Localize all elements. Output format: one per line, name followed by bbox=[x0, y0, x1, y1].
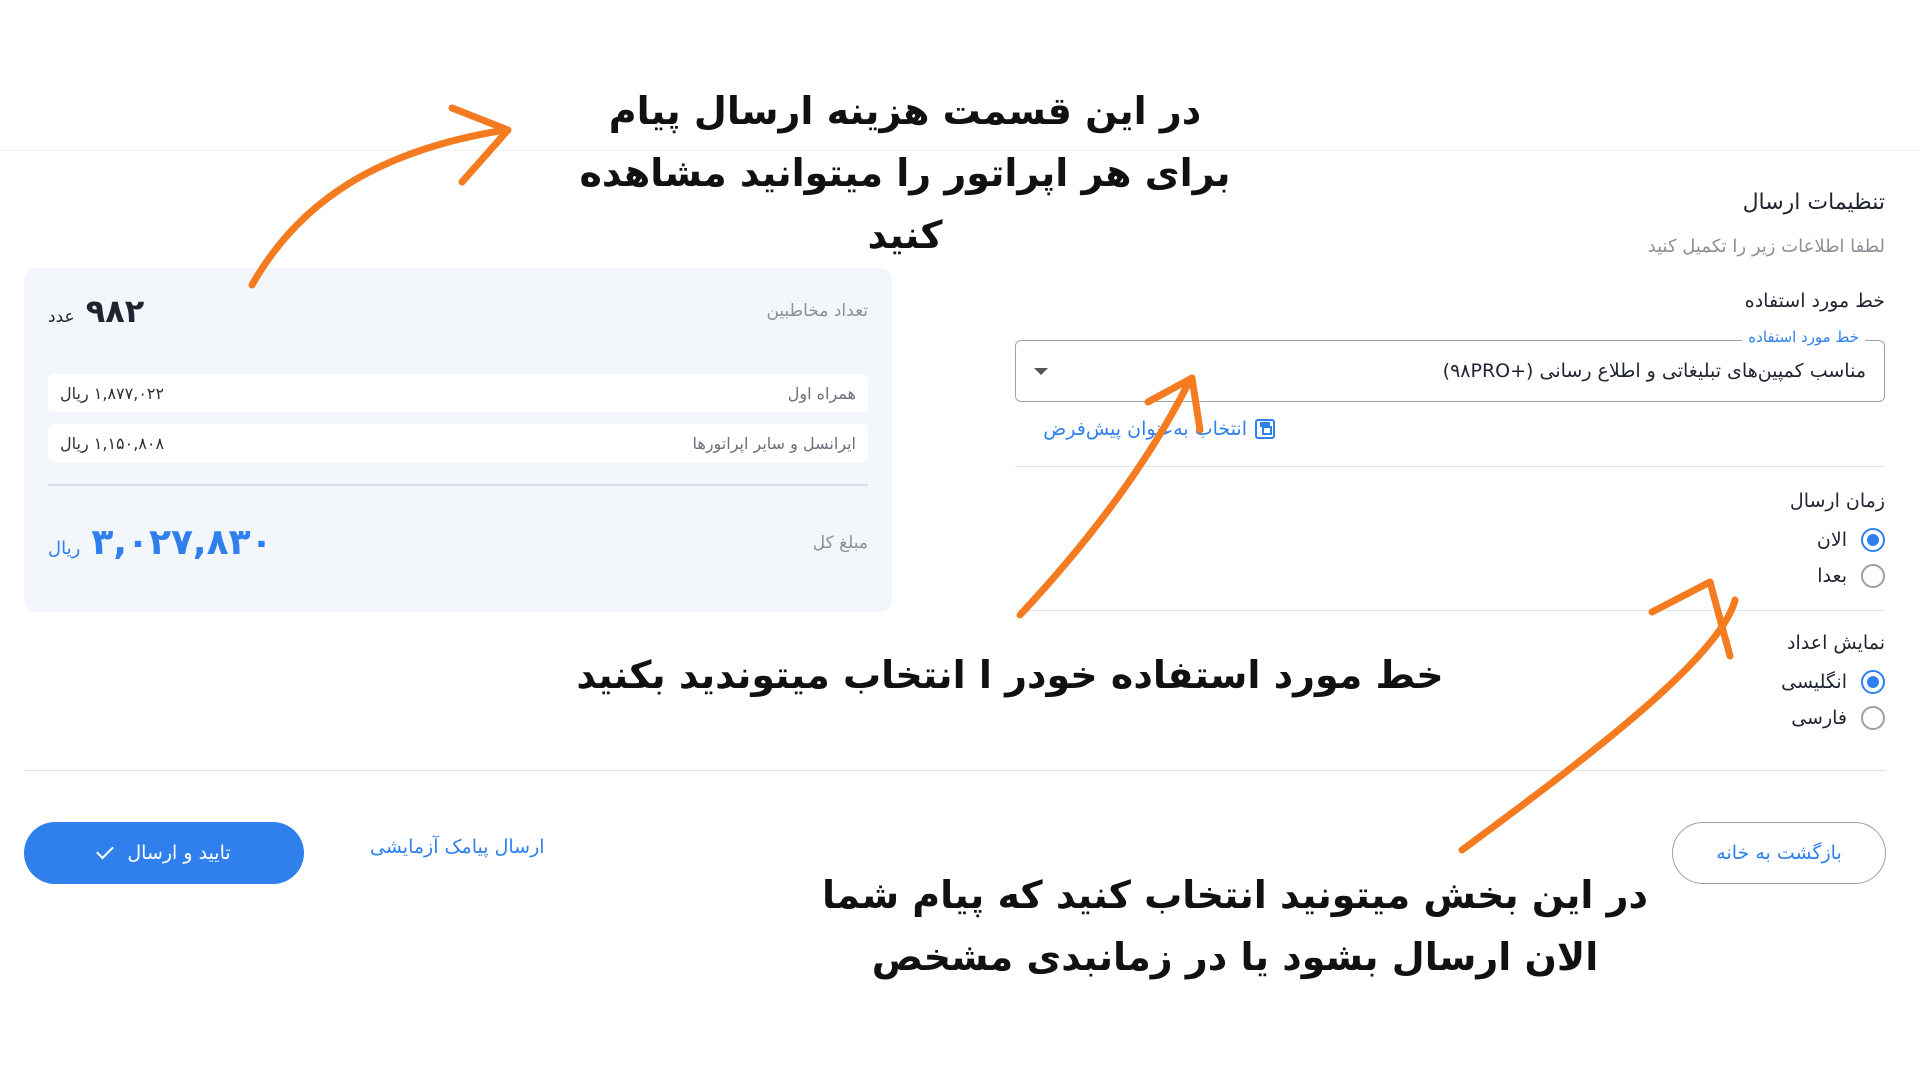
radio-send-later[interactable]: بعدا bbox=[1817, 564, 1885, 588]
divider bbox=[1015, 466, 1885, 467]
send-test-sms-button[interactable]: ارسال پیامک آزمایشی bbox=[370, 836, 545, 858]
cost-summary-card: تعداد مخاطبین ۹۸۲ عدد همراه اول ۱,۸۷۷,۰۲… bbox=[24, 268, 892, 612]
footer-divider bbox=[24, 770, 1886, 771]
contacts-row: تعداد مخاطبین ۹۸۲ عدد bbox=[48, 292, 868, 330]
operator-cost: ۱,۱۵۰,۸۰۸ ریال bbox=[60, 433, 165, 453]
confirm-label: تایید و ارسال bbox=[127, 842, 231, 864]
total-row: مبلغ کل ۳,۰۲۷,۸۳۰ ریال bbox=[48, 522, 868, 563]
line-select-legend: خط مورد استفاده bbox=[1742, 328, 1865, 346]
send-time-label: زمان ارسال bbox=[1789, 490, 1885, 512]
contacts-value: ۹۸۲ bbox=[85, 292, 145, 330]
total-amount: ۳,۰۲۷,۸۳۰ ریال bbox=[48, 522, 273, 563]
annotation-top-line1: در این قسمت هزینه ارسال پیام bbox=[608, 89, 1202, 133]
divider bbox=[1015, 610, 1885, 611]
radio-label: انگلیسی bbox=[1781, 671, 1847, 693]
operator-label: ایرانسل و سایر اپراتورها bbox=[692, 433, 857, 453]
total-unit: ریال bbox=[48, 538, 81, 559]
radio-checked-icon bbox=[1861, 528, 1885, 552]
set-default-label: انتخاب به‌عنوان پیش‌فرض bbox=[1043, 418, 1247, 440]
annotation-bottom-line1: در این بخش میتونید انتخاب کنید که پیام ش… bbox=[821, 873, 1649, 917]
operator-cost: ۱,۸۷۷,۰۲۲ ریال bbox=[60, 383, 165, 403]
line-select-value: مناسب کمپین‌های تبلیغاتی و اطلاع رسانی (… bbox=[1442, 360, 1866, 382]
contacts-label: تعداد مخاطبین bbox=[766, 301, 868, 321]
operator-row-irancell: ایرانسل و سایر اپراتورها ۱,۱۵۰,۸۰۸ ریال bbox=[48, 424, 868, 462]
total-label: مبلغ کل bbox=[812, 532, 868, 553]
radio-unchecked-icon bbox=[1861, 564, 1885, 588]
annotation-top-line2: برای هر اپراتور را میتوانید مشاهده کنید bbox=[579, 151, 1231, 257]
operator-label: همراه اول bbox=[787, 383, 856, 403]
back-home-button[interactable]: بازگشت به خانه bbox=[1672, 822, 1886, 884]
settings-subtitle: لطفا اطلاعات زیر را تکمیل کنید bbox=[1647, 236, 1885, 257]
contacts-unit: عدد bbox=[48, 307, 75, 327]
contacts-count: ۹۸۲ عدد bbox=[48, 292, 144, 330]
annotation-bottom: در این بخش میتونید انتخاب کنید که پیام ش… bbox=[800, 864, 1670, 988]
summary-divider bbox=[48, 484, 868, 486]
radio-label: فارسی bbox=[1791, 707, 1847, 729]
confirm-send-button[interactable]: تایید و ارسال bbox=[24, 822, 304, 884]
radio-checked-icon bbox=[1861, 670, 1885, 694]
operator-row-mci: همراه اول ۱,۸۷۷,۰۲۲ ریال bbox=[48, 374, 868, 412]
line-field-label: خط مورد استفاده bbox=[1744, 290, 1885, 312]
radio-english[interactable]: انگلیسی bbox=[1781, 670, 1885, 694]
annotation-bottom-line2: الان ارسال بشود یا در زمانبدی مشخص bbox=[871, 935, 1599, 979]
total-value: ۳,۰۲۷,۸۳۰ bbox=[91, 522, 273, 563]
line-select[interactable]: مناسب کمپین‌های تبلیغاتی و اطلاع رسانی (… bbox=[1015, 340, 1885, 402]
radio-send-now[interactable]: الان bbox=[1817, 528, 1885, 552]
radio-label: بعدا bbox=[1817, 565, 1847, 587]
check-icon bbox=[96, 841, 115, 860]
annotation-top: در این قسمت هزینه ارسال پیام برای هر اپر… bbox=[540, 80, 1270, 266]
chevron-down-icon bbox=[1034, 367, 1048, 375]
radio-label: الان bbox=[1816, 529, 1847, 551]
save-icon bbox=[1255, 419, 1275, 439]
settings-title: تنظیمات ارسال bbox=[1742, 190, 1885, 215]
annotation-middle: خط مورد استفاده خودر ا انتخاب میتوندید ب… bbox=[576, 653, 1444, 697]
number-display-label: نمایش اعداد bbox=[1787, 632, 1885, 654]
radio-persian[interactable]: فارسی bbox=[1791, 706, 1885, 730]
set-default-link[interactable]: انتخاب به‌عنوان پیش‌فرض bbox=[1043, 418, 1275, 440]
radio-unchecked-icon bbox=[1861, 706, 1885, 730]
